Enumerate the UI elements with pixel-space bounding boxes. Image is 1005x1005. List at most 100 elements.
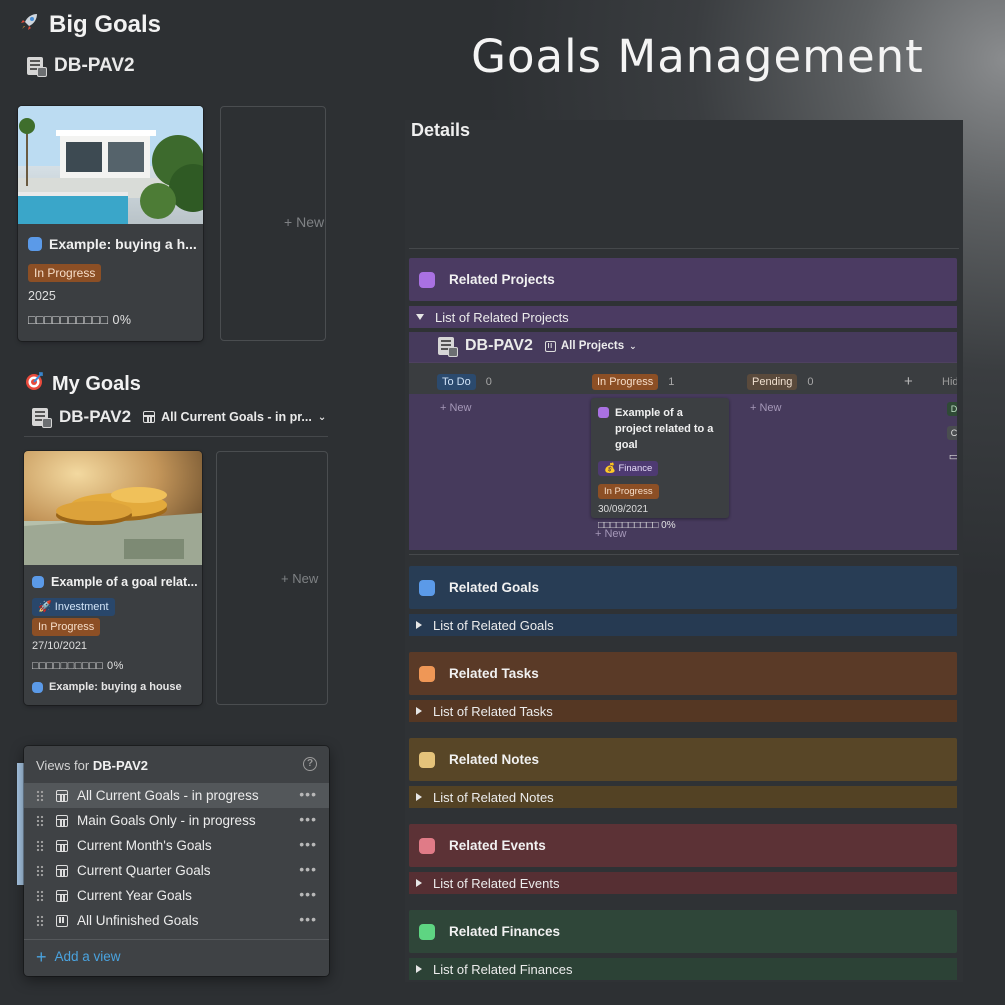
section-label: Related Events [449,838,546,853]
view-item-current-year-goals[interactable]: Current Year Goals ••• [24,883,329,908]
goal-icon [28,237,42,251]
view-item-current-quarter-goals[interactable]: Current Quarter Goals ••• [24,858,329,883]
more-options-icon[interactable]: ••• [299,812,317,826]
toggle-related-projects[interactable]: List of Related Projects [409,306,957,328]
table-icon [143,411,156,423]
drag-handle-icon[interactable] [36,889,44,902]
more-options-icon[interactable]: ••• [299,862,317,876]
status-badge: In Progress [28,264,102,282]
section-related-finances: Related Finances [409,910,957,953]
project-card[interactable]: Example of a project related to a goal 💰… [591,398,729,531]
view-label: Current Quarter Goals [77,863,211,878]
hidden-group-chip[interactable]: D [947,402,957,416]
big-goals-title: Big Goals [49,11,162,38]
target-icon [24,371,46,397]
related-goal-text: Example: buying a house [49,681,182,693]
triangle-right-icon [416,879,422,887]
add-view-label: Add a view [54,949,121,964]
big-goal-card-title-text: Example: buying a h... [49,236,197,252]
my-goals-new-button[interactable]: + New [281,571,318,586]
drag-handle-icon[interactable] [36,789,44,802]
inbox-icon[interactable]: ▭ [947,450,957,464]
date-value: 27/10/2021 [32,640,88,652]
view-item-all-unfinished-goals[interactable]: All Unfinished Goals ••• [24,908,329,933]
section-related-goals: Related Goals [409,566,957,609]
new-card-button[interactable]: + New [595,528,627,540]
more-options-icon[interactable]: ••• [299,912,317,926]
drag-handle-icon[interactable] [36,814,44,827]
new-card-button[interactable]: + New [750,402,782,414]
section-related-events: Related Events [409,824,957,867]
big-goals-db-link[interactable]: DB-PAV2 [26,55,135,77]
projects-icon [419,271,435,288]
section-related-projects: Related Projects [409,258,957,301]
help-icon[interactable]: ? [303,757,317,771]
database-link-icon [31,407,52,428]
drag-handle-icon[interactable] [36,839,44,852]
more-options-icon[interactable]: ••• [299,887,317,901]
events-icon [419,837,435,854]
toggle-related-goals[interactable]: List of Related Goals [409,614,957,636]
toggle-related-tasks[interactable]: List of Related Tasks [409,700,957,722]
hidden-group-chip[interactable]: C [947,426,957,440]
my-goals-db-link[interactable]: DB-PAV2 All Current Goals - in pr... ⌄ [31,407,326,428]
database-link-icon [26,56,47,77]
add-column-button[interactable]: + [904,373,913,390]
column-in-progress: In Progress 1 [592,374,674,390]
add-view-button[interactable]: + Add a view [36,946,121,967]
view-item-current-month-goals[interactable]: Current Month's Goals ••• [24,833,329,858]
toggle-related-finances[interactable]: List of Related Finances [409,958,957,980]
chevron-down-icon: ⌄ [629,340,637,351]
more-options-icon[interactable]: ••• [299,837,317,851]
toggle-related-notes[interactable]: List of Related Notes [409,786,957,808]
related-goal-link[interactable]: Example: buying a house [32,681,182,693]
my-goal-card[interactable]: Example of a goal relat... 🚀 Investment … [24,451,202,705]
table-icon [56,789,68,802]
divider [24,939,329,940]
board-view-selector[interactable]: All Projects ⌄ [544,340,637,352]
toggle-related-events[interactable]: List of Related Events [409,872,957,894]
new-card-button[interactable]: + New [440,402,472,414]
section-label: Related Projects [449,272,555,287]
plus-icon: + [36,946,47,967]
board-db-name: DB-PAV2 [465,337,533,354]
table-icon [56,814,68,827]
rocket-icon [18,11,43,39]
goal-icon [32,576,44,588]
toggle-label: List of Related Projects [435,309,569,325]
page-headline: Goals Management [471,30,924,83]
my-goals-view-selector[interactable]: All Current Goals - in pr... ⌄ [143,410,326,424]
section-related-notes: Related Notes [409,738,957,781]
board-header: DB-PAV2 All Projects ⌄ [437,336,637,357]
more-options-icon[interactable]: ••• [299,787,317,801]
view-item-all-current-goals[interactable]: All Current Goals - in progress ••• [24,783,329,808]
view-item-main-goals-only[interactable]: Main Goals Only - in progress ••• [24,808,329,833]
project-icon [598,407,609,418]
divider [409,554,959,555]
big-goals-new-button[interactable]: + New [284,214,324,230]
board-icon [56,914,68,927]
progress-value: □□□□□□□□□□ 0% [32,660,124,672]
category-badge: 💰 Finance [598,461,659,476]
views-popup-prefix: Views for [36,758,90,773]
drag-handle-icon[interactable] [36,864,44,877]
views-popup-db-name: DB-PAV2 [92,758,148,773]
big-goal-card[interactable]: Example: buying a h... In Progress 2025 … [18,106,203,341]
project-card-title: Example of a project related to a goal [598,405,722,453]
related-projects-board: DB-PAV2 All Projects ⌄ To Do 0 In Progre… [409,332,957,550]
table-icon [56,839,68,852]
finances-icon [419,923,435,940]
big-goal-card-title: Example: buying a h... [28,236,198,252]
column-count: 0 [485,376,492,388]
house-photo [18,106,203,224]
year-value: 2025 [28,289,56,303]
coins-photo [24,451,202,565]
divider [24,436,328,437]
drag-handle-icon[interactable] [36,914,44,927]
date-value: 30/09/2021 [598,504,649,515]
toggle-label: List of Related Tasks [433,703,553,719]
notes-icon [419,751,435,768]
section-label: Related Notes [449,752,540,767]
section-label: Related Tasks [449,666,539,681]
board-db-link[interactable]: DB-PAV2 [437,336,533,357]
